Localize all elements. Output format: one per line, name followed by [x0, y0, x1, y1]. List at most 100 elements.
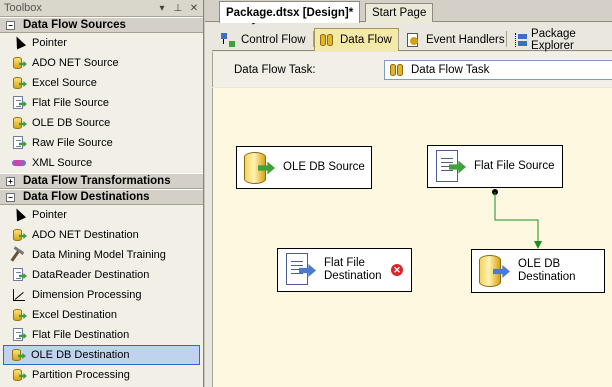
tab-label: Data Flow — [340, 34, 392, 46]
tab-label: Event Handlers — [426, 33, 505, 46]
tab-event-handlers[interactable]: Event Handlers — [400, 28, 512, 51]
category-data-flow-transformations[interactable]: + Data Flow Transformations — [0, 173, 203, 189]
designer-tab-strip: Control Flow Data Flow Event Handlers Pa… — [212, 27, 612, 52]
partition-processing-icon — [11, 367, 27, 383]
toolbox-item-datareader-destination[interactable]: DataReader Destination — [0, 265, 203, 285]
flat-file-source-icon — [434, 149, 466, 184]
toolbox-item-dimension-processing[interactable]: Dimension Processing — [0, 285, 203, 305]
dimension-processing-icon — [11, 287, 27, 303]
pointer-icon — [11, 207, 27, 223]
toolbox-item-pointer[interactable]: Pointer — [0, 205, 203, 225]
toolbox-item-partition-processing[interactable]: Partition Processing — [0, 365, 203, 385]
dropdown-icon[interactable]: ▾ — [155, 1, 169, 15]
toolbox-item-label: Flat File Destination — [32, 329, 130, 341]
close-icon[interactable]: ✕ — [187, 1, 201, 15]
ole-db-source-icon — [243, 151, 275, 185]
toolbox-item-raw-file-source[interactable]: Raw File Source — [0, 133, 203, 153]
toolbox-panel: Toolbox ▾ ⊥ ✕ − Data Flow Sources Pointe… — [0, 0, 204, 387]
component-flat-file-source[interactable]: Flat File Source — [427, 145, 563, 188]
toolbox-item-label: XML Source — [32, 157, 93, 169]
data-flow-canvas[interactable]: OLE DB Source Flat File Source Flat File… — [212, 88, 612, 387]
toolbox-item-label: Data Mining Model Training — [32, 249, 166, 261]
tab-package-explorer[interactable]: Package Explorer — [508, 27, 612, 52]
category-data-flow-sources[interactable]: − Data Flow Sources — [0, 17, 203, 33]
flat-file-destination-icon — [284, 253, 316, 287]
category-label: Data Flow Sources — [23, 19, 126, 31]
excel-source-icon — [11, 75, 27, 91]
tab-label: Package Explorer — [531, 27, 576, 52]
ado-net-destination-icon — [11, 227, 27, 243]
toolbox-item-label: Raw File Source — [32, 137, 113, 149]
tab-separator — [398, 31, 399, 47]
flat-file-destination-icon — [11, 327, 27, 343]
ole-db-source-icon — [11, 115, 27, 131]
event-handlers-icon — [405, 32, 421, 48]
category-label: Data Flow Destinations — [23, 191, 150, 203]
component-label: Flat File Destination — [324, 257, 382, 282]
toolbox-item-flat-file-destination[interactable]: Flat File Destination — [0, 325, 203, 345]
error-icon[interactable]: ✕ — [391, 264, 403, 276]
toolbox-item-label: OLE DB Destination — [31, 349, 130, 361]
ole-db-destination-icon — [10, 347, 26, 363]
data-flow-task-value: Data Flow Task — [411, 64, 490, 76]
path-line — [494, 192, 539, 243]
expand-icon[interactable]: + — [6, 176, 15, 186]
tab-start-page[interactable]: Start Page — [365, 3, 434, 22]
toolbox-title-bar: Toolbox ▾ ⊥ ✕ — [0, 0, 203, 17]
tab-separator — [506, 31, 507, 47]
data-flow-icon — [389, 62, 405, 78]
category-data-flow-destinations[interactable]: − Data Flow Destinations — [0, 189, 203, 205]
component-ole-db-destination[interactable]: OLE DB Destination — [471, 249, 605, 293]
component-flat-file-destination[interactable]: Flat File Destination ✕ — [277, 248, 412, 292]
toolbox-item-xml-source[interactable]: XML Source — [0, 153, 203, 173]
component-ole-db-source[interactable]: OLE DB Source — [236, 146, 372, 189]
toolbox-item-label: ADO NET Source — [32, 57, 119, 69]
collapse-icon[interactable]: − — [6, 20, 15, 30]
document-tab-strip: Package.dtsx [Design]* Start Page — [205, 0, 612, 23]
excel-destination-icon — [11, 307, 27, 323]
data-flow-path[interactable] — [213, 88, 612, 387]
component-label: OLE DB Source — [283, 161, 365, 173]
toolbox-item-ole-db-destination[interactable]: OLE DB Destination — [3, 345, 200, 365]
toolbox-item-label: OLE DB Source — [32, 117, 111, 129]
collapse-icon[interactable]: − — [6, 192, 15, 202]
category-label: Data Flow Transformations — [23, 175, 171, 187]
tab-data-flow[interactable]: Data Flow — [314, 28, 399, 51]
toolbox-title: Toolbox — [4, 2, 42, 14]
data-flow-icon — [319, 32, 335, 48]
data-mining-icon — [10, 247, 27, 263]
toolbox-item-excel-destination[interactable]: Excel Destination — [0, 305, 203, 325]
toolbox-item-ole-db-source[interactable]: OLE DB Source — [0, 113, 203, 133]
package-explorer-icon — [513, 32, 527, 48]
toolbox-item-label: Excel Source — [32, 77, 97, 89]
toolbox-item-ado-net-destination[interactable]: ADO NET Destination — [0, 225, 203, 245]
toolbox-item-flat-file-source[interactable]: Flat File Source — [0, 93, 203, 113]
data-flow-task-dropdown[interactable]: Data Flow Task — [384, 60, 612, 80]
toolbox-item-label: Pointer — [32, 209, 67, 221]
raw-file-source-icon — [11, 135, 27, 151]
ole-db-destination-icon — [478, 254, 510, 288]
tab-label: Control Flow — [241, 33, 306, 46]
pointer-icon — [11, 35, 27, 51]
toolbox-item-label: Dimension Processing — [32, 289, 142, 301]
path-arrowhead — [534, 241, 542, 249]
datareader-destination-icon — [11, 267, 27, 283]
tab-control-flow[interactable]: Control Flow — [215, 28, 313, 51]
toolbox-item-label: DataReader Destination — [32, 269, 150, 281]
pin-icon[interactable]: ⊥ — [171, 1, 185, 15]
toolbox-item-label: Pointer — [32, 37, 67, 49]
xml-source-icon — [11, 155, 27, 171]
document-area: Package.dtsx [Design]* Start Page Contro… — [205, 0, 612, 387]
toolbox-item-ado-net-source[interactable]: ADO NET Source — [0, 53, 203, 73]
toolbox-item-excel-source[interactable]: Excel Source — [0, 73, 203, 93]
toolbox-item-label: Flat File Source — [32, 97, 110, 109]
ado-net-source-icon — [11, 55, 27, 71]
toolbox-item-data-mining-model-training[interactable]: Data Mining Model Training — [0, 245, 203, 265]
toolbox-item-label: Excel Destination — [32, 309, 117, 321]
component-label: OLE DB Destination — [518, 258, 576, 283]
tab-package-design[interactable]: Package.dtsx [Design]* — [219, 1, 361, 23]
data-flow-task-label: Data Flow Task: — [234, 64, 316, 76]
toolbox-item-label: ADO NET Destination — [32, 229, 139, 241]
toolbox-item-pointer[interactable]: Pointer — [0, 33, 203, 53]
component-label: Flat File Source — [474, 160, 555, 172]
